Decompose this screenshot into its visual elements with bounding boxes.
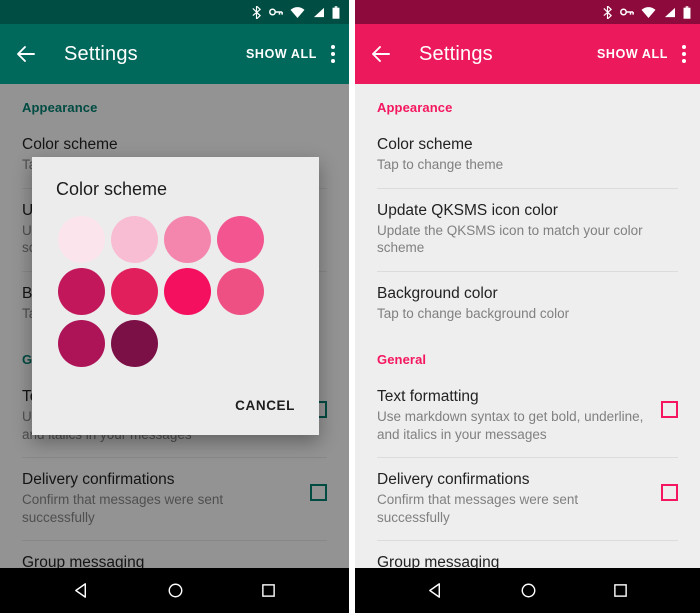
color-swatch-pink-800[interactable] xyxy=(58,320,105,367)
phone-screen-right: Settings SHOW ALL Appearance Color schem… xyxy=(355,0,700,613)
settings-list-right[interactable]: Appearance Color scheme Tap to change th… xyxy=(355,84,700,568)
setting-title: Text formatting xyxy=(377,388,479,405)
bluetooth-icon xyxy=(603,5,613,19)
setting-subtitle: Update the QKSMS icon to match your colo… xyxy=(377,222,643,256)
setting-row-group-messaging[interactable]: Group messaging xyxy=(355,541,700,568)
color-swatch-pink-900[interactable] xyxy=(111,320,158,367)
navigation-bar-left[interactable] xyxy=(0,568,349,613)
show-all-button[interactable]: SHOW ALL xyxy=(597,47,668,61)
app-bar-left: Settings SHOW ALL xyxy=(0,24,349,84)
page-title: Settings xyxy=(64,42,138,65)
setting-subtitle: Use markdown syntax to get bold, underli… xyxy=(377,409,644,442)
home-circle-icon[interactable] xyxy=(520,582,537,599)
color-swatch-grid[interactable] xyxy=(32,200,319,372)
cell-signal-icon xyxy=(313,7,324,17)
color-swatch-pink-100[interactable] xyxy=(111,216,158,263)
setting-title: Group messaging xyxy=(377,554,500,568)
back-arrow-icon[interactable] xyxy=(14,42,38,66)
status-bar-left xyxy=(0,0,349,24)
phone-screen-left: Settings SHOW ALL Appearance Color schem… xyxy=(0,0,349,613)
setting-row-update-icon-color[interactable]: Update QKSMS icon color Update the QKSMS… xyxy=(355,189,700,271)
battery-icon xyxy=(332,5,340,19)
page-title: Settings xyxy=(419,42,493,65)
color-swatch-pink-200[interactable] xyxy=(164,216,211,263)
battery-icon xyxy=(683,5,691,19)
setting-row-text-formatting[interactable]: Text formatting Use markdown syntax to g… xyxy=(355,375,700,457)
section-heading-appearance: Appearance xyxy=(377,100,453,115)
dialog-title: Color scheme xyxy=(56,179,168,199)
vpn-key-icon xyxy=(620,8,634,16)
color-swatch-pink-500[interactable] xyxy=(164,268,211,315)
app-bar-right: Settings SHOW ALL xyxy=(355,24,700,84)
back-triangle-icon[interactable] xyxy=(73,582,90,599)
color-swatch-pink-50[interactable] xyxy=(58,216,105,263)
vpn-key-icon xyxy=(269,8,283,16)
color-swatch-pink-400[interactable] xyxy=(217,268,264,315)
home-circle-icon[interactable] xyxy=(167,582,184,599)
color-swatch-pink-300[interactable] xyxy=(217,216,264,263)
navigation-bar-right[interactable] xyxy=(355,568,700,613)
recents-square-icon[interactable] xyxy=(261,583,276,598)
screenshot-stage: Settings SHOW ALL Appearance Color schem… xyxy=(0,0,700,613)
color-swatch-pink-700[interactable] xyxy=(58,268,105,315)
setting-row-delivery-confirmations[interactable]: Delivery confirmations Confirm that mess… xyxy=(355,458,700,540)
setting-checkbox[interactable] xyxy=(661,484,678,501)
dialog-actions: CANCEL xyxy=(235,397,295,415)
color-swatch-pink-600[interactable] xyxy=(111,268,158,315)
setting-subtitle: Confirm that messages were sent successf… xyxy=(377,492,579,525)
setting-title: Background color xyxy=(377,284,498,302)
setting-subtitle: Tap to change theme xyxy=(377,157,504,172)
back-triangle-icon[interactable] xyxy=(427,582,444,599)
bluetooth-icon xyxy=(252,5,262,19)
wifi-icon xyxy=(641,6,656,18)
setting-title: Delivery confirmations xyxy=(377,471,530,488)
show-all-button[interactable]: SHOW ALL xyxy=(246,47,317,61)
overflow-menu-icon[interactable] xyxy=(331,45,335,63)
status-bar-right xyxy=(355,0,700,24)
wifi-icon xyxy=(290,6,305,18)
section-heading-general: General xyxy=(377,352,427,367)
setting-subtitle: Tap to change background color xyxy=(377,305,570,321)
recents-square-icon[interactable] xyxy=(613,583,628,598)
cell-signal-icon xyxy=(664,7,675,17)
color-scheme-dialog: Color scheme CANCEL xyxy=(32,157,319,435)
overflow-menu-icon[interactable] xyxy=(682,45,686,63)
cancel-button[interactable]: CANCEL xyxy=(235,398,295,413)
setting-title: Update QKSMS icon color xyxy=(377,201,558,219)
setting-row-color-scheme[interactable]: Color scheme Tap to change theme xyxy=(355,123,700,188)
back-arrow-icon[interactable] xyxy=(369,42,393,66)
setting-row-background-color[interactable]: Background color Tap to change backgroun… xyxy=(355,272,700,337)
setting-checkbox[interactable] xyxy=(661,401,678,418)
setting-title: Color scheme xyxy=(377,136,473,153)
